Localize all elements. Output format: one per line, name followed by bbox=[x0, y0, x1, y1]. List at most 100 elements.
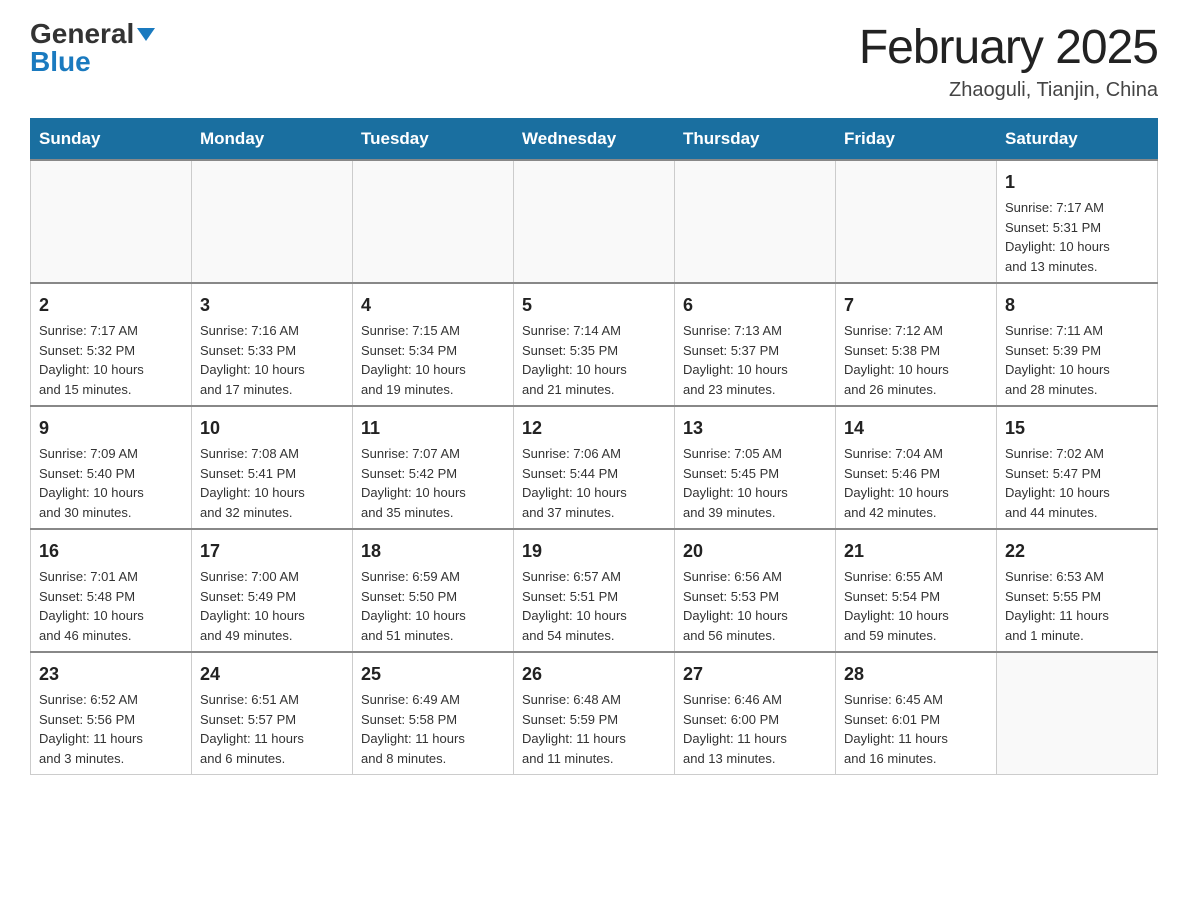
table-row: 16 Sunrise: 7:01 AM Sunset: 5:48 PM Dayli… bbox=[31, 529, 192, 652]
table-row: 18 Sunrise: 6:59 AM Sunset: 5:50 PM Dayli… bbox=[353, 529, 514, 652]
table-row: 20Sunrise: 6:56 AM Sunset: 5:53 PM Dayli… bbox=[675, 529, 836, 652]
table-row: 19 Sunrise: 6:57 AM Sunset: 5:51 PM Dayli… bbox=[514, 529, 675, 652]
day-info: Sunrise: 7:02 AM Sunset: 5:47 PM Dayligh… bbox=[1005, 444, 1149, 522]
day-info: Sunrise: 6:49 AM Sunset: 5:58 PM Dayligh… bbox=[361, 690, 505, 768]
header-monday: Monday bbox=[192, 119, 353, 161]
day-number: 1 bbox=[1005, 169, 1149, 195]
table-row: 5 Sunrise: 7:14 AM Sunset: 5:35 PM Daylig… bbox=[514, 283, 675, 406]
day-info: Sunrise: 7:12 AM Sunset: 5:38 PM Dayligh… bbox=[844, 321, 988, 399]
header-friday: Friday bbox=[836, 119, 997, 161]
day-info: Sunrise: 7:08 AM Sunset: 5:41 PM Dayligh… bbox=[200, 444, 344, 522]
day-info: Sunrise: 6:45 AM Sunset: 6:01 PM Dayligh… bbox=[844, 690, 988, 768]
weekday-header-row: Sunday Monday Tuesday Wednesday Thursday… bbox=[31, 119, 1158, 161]
day-number: 12 bbox=[522, 415, 666, 441]
day-number: 16 bbox=[39, 538, 183, 564]
day-info: Sunrise: 6:57 AM Sunset: 5:51 PM Dayligh… bbox=[522, 567, 666, 645]
day-info: Sunrise: 6:53 AM Sunset: 5:55 PM Dayligh… bbox=[1005, 567, 1149, 645]
table-row: 27 Sunrise: 6:46 AM Sunset: 6:00 PM Dayli… bbox=[675, 652, 836, 775]
table-row: 10 Sunrise: 7:08 AM Sunset: 5:41 PM Dayli… bbox=[192, 406, 353, 529]
header-tuesday: Tuesday bbox=[353, 119, 514, 161]
header-sunday: Sunday bbox=[31, 119, 192, 161]
day-number: 10 bbox=[200, 415, 344, 441]
day-number: 17 bbox=[200, 538, 344, 564]
day-number: 27 bbox=[683, 661, 827, 687]
day-info: Sunrise: 6:52 AM Sunset: 5:56 PM Dayligh… bbox=[39, 690, 183, 768]
day-info: Sunrise: 7:01 AM Sunset: 5:48 PM Dayligh… bbox=[39, 567, 183, 645]
day-info: Sunrise: 6:48 AM Sunset: 5:59 PM Dayligh… bbox=[522, 690, 666, 768]
day-number: 18 bbox=[361, 538, 505, 564]
calendar-week-row: 16 Sunrise: 7:01 AM Sunset: 5:48 PM Dayli… bbox=[31, 529, 1158, 652]
day-info: Sunrise: 7:15 AM Sunset: 5:34 PM Dayligh… bbox=[361, 321, 505, 399]
header-thursday: Thursday bbox=[675, 119, 836, 161]
day-number: 24 bbox=[200, 661, 344, 687]
day-number: 21 bbox=[844, 538, 988, 564]
table-row bbox=[192, 160, 353, 283]
day-info: Sunrise: 6:55 AM Sunset: 5:54 PM Dayligh… bbox=[844, 567, 988, 645]
table-row: 28 Sunrise: 6:45 AM Sunset: 6:01 PM Dayli… bbox=[836, 652, 997, 775]
day-info: Sunrise: 7:17 AM Sunset: 5:32 PM Dayligh… bbox=[39, 321, 183, 399]
day-number: 15 bbox=[1005, 415, 1149, 441]
table-row: 14 Sunrise: 7:04 AM Sunset: 5:46 PM Dayli… bbox=[836, 406, 997, 529]
calendar: Sunday Monday Tuesday Wednesday Thursday… bbox=[30, 118, 1158, 775]
table-row: 17Sunrise: 7:00 AM Sunset: 5:49 PM Dayli… bbox=[192, 529, 353, 652]
title-area: February 2025 Zhaoguli, Tianjin, China bbox=[859, 20, 1158, 102]
day-info: Sunrise: 6:46 AM Sunset: 6:00 PM Dayligh… bbox=[683, 690, 827, 768]
day-info: Sunrise: 7:04 AM Sunset: 5:46 PM Dayligh… bbox=[844, 444, 988, 522]
day-number: 8 bbox=[1005, 292, 1149, 318]
day-number: 22 bbox=[1005, 538, 1149, 564]
day-info: Sunrise: 7:06 AM Sunset: 5:44 PM Dayligh… bbox=[522, 444, 666, 522]
day-number: 28 bbox=[844, 661, 988, 687]
day-number: 2 bbox=[39, 292, 183, 318]
day-info: Sunrise: 7:17 AM Sunset: 5:31 PM Dayligh… bbox=[1005, 198, 1149, 276]
table-row bbox=[675, 160, 836, 283]
day-info: Sunrise: 6:51 AM Sunset: 5:57 PM Dayligh… bbox=[200, 690, 344, 768]
table-row: 26 Sunrise: 6:48 AM Sunset: 5:59 PM Dayli… bbox=[514, 652, 675, 775]
calendar-week-row: 1 Sunrise: 7:17 AM Sunset: 5:31 PM Daylig… bbox=[31, 160, 1158, 283]
day-number: 3 bbox=[200, 292, 344, 318]
table-row: 3 Sunrise: 7:16 AM Sunset: 5:33 PM Daylig… bbox=[192, 283, 353, 406]
day-info: Sunrise: 7:07 AM Sunset: 5:42 PM Dayligh… bbox=[361, 444, 505, 522]
day-number: 4 bbox=[361, 292, 505, 318]
calendar-week-row: 2 Sunrise: 7:17 AM Sunset: 5:32 PM Daylig… bbox=[31, 283, 1158, 406]
calendar-week-row: 9 Sunrise: 7:09 AM Sunset: 5:40 PM Daylig… bbox=[31, 406, 1158, 529]
day-info: Sunrise: 7:13 AM Sunset: 5:37 PM Dayligh… bbox=[683, 321, 827, 399]
table-row: 23 Sunrise: 6:52 AM Sunset: 5:56 PM Dayli… bbox=[31, 652, 192, 775]
day-number: 13 bbox=[683, 415, 827, 441]
day-number: 25 bbox=[361, 661, 505, 687]
day-info: Sunrise: 7:14 AM Sunset: 5:35 PM Dayligh… bbox=[522, 321, 666, 399]
table-row: 21 Sunrise: 6:55 AM Sunset: 5:54 PM Dayli… bbox=[836, 529, 997, 652]
location: Zhaoguli, Tianjin, China bbox=[859, 79, 1158, 102]
table-row: 15 Sunrise: 7:02 AM Sunset: 5:47 PM Dayli… bbox=[997, 406, 1158, 529]
table-row bbox=[514, 160, 675, 283]
table-row bbox=[997, 652, 1158, 775]
day-number: 26 bbox=[522, 661, 666, 687]
calendar-week-row: 23 Sunrise: 6:52 AM Sunset: 5:56 PM Dayli… bbox=[31, 652, 1158, 775]
day-info: Sunrise: 7:09 AM Sunset: 5:40 PM Dayligh… bbox=[39, 444, 183, 522]
table-row: 12 Sunrise: 7:06 AM Sunset: 5:44 PM Dayli… bbox=[514, 406, 675, 529]
day-number: 19 bbox=[522, 538, 666, 564]
day-info: Sunrise: 6:59 AM Sunset: 5:50 PM Dayligh… bbox=[361, 567, 505, 645]
table-row: 24 Sunrise: 6:51 AM Sunset: 5:57 PM Dayli… bbox=[192, 652, 353, 775]
day-number: 14 bbox=[844, 415, 988, 441]
table-row: 9 Sunrise: 7:09 AM Sunset: 5:40 PM Daylig… bbox=[31, 406, 192, 529]
logo: General Blue bbox=[30, 20, 155, 76]
table-row: 25 Sunrise: 6:49 AM Sunset: 5:58 PM Dayli… bbox=[353, 652, 514, 775]
day-number: 7 bbox=[844, 292, 988, 318]
day-number: 23 bbox=[39, 661, 183, 687]
day-number: 9 bbox=[39, 415, 183, 441]
logo-general-text: General bbox=[30, 20, 155, 48]
table-row: 1 Sunrise: 7:17 AM Sunset: 5:31 PM Daylig… bbox=[997, 160, 1158, 283]
header-saturday: Saturday bbox=[997, 119, 1158, 161]
header-wednesday: Wednesday bbox=[514, 119, 675, 161]
day-info: Sunrise: 7:05 AM Sunset: 5:45 PM Dayligh… bbox=[683, 444, 827, 522]
table-row: 11Sunrise: 7:07 AM Sunset: 5:42 PM Dayli… bbox=[353, 406, 514, 529]
table-row: 6 Sunrise: 7:13 AM Sunset: 5:37 PM Daylig… bbox=[675, 283, 836, 406]
table-row: 13 Sunrise: 7:05 AM Sunset: 5:45 PM Dayli… bbox=[675, 406, 836, 529]
day-number: 5 bbox=[522, 292, 666, 318]
day-number: 6 bbox=[683, 292, 827, 318]
table-row bbox=[836, 160, 997, 283]
table-row: 2 Sunrise: 7:17 AM Sunset: 5:32 PM Daylig… bbox=[31, 283, 192, 406]
table-row bbox=[31, 160, 192, 283]
day-info: Sunrise: 7:16 AM Sunset: 5:33 PM Dayligh… bbox=[200, 321, 344, 399]
logo-blue-text: Blue bbox=[30, 48, 155, 76]
